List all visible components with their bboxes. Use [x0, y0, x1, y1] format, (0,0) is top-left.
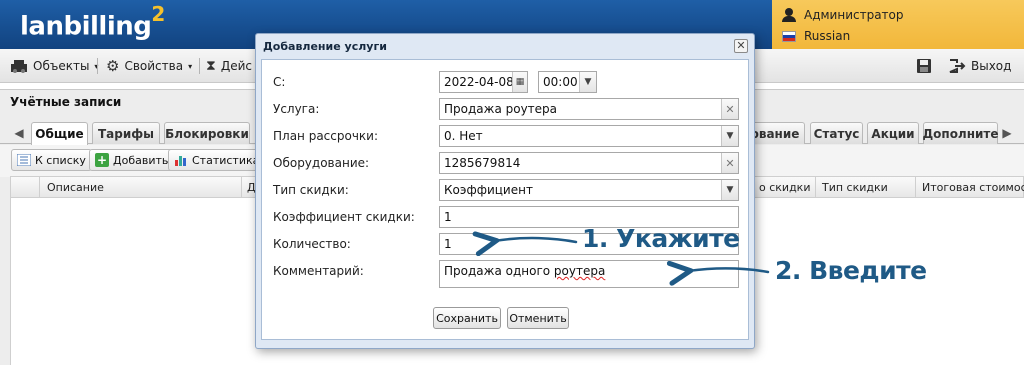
annotation-step-1: 1. Укажите	[582, 224, 740, 253]
annotation-step-2: 2. Введите	[775, 256, 927, 285]
arrow-to-comment	[688, 268, 770, 272]
annotation-arrows	[0, 0, 770, 365]
arrow-to-quantity	[494, 238, 578, 242]
